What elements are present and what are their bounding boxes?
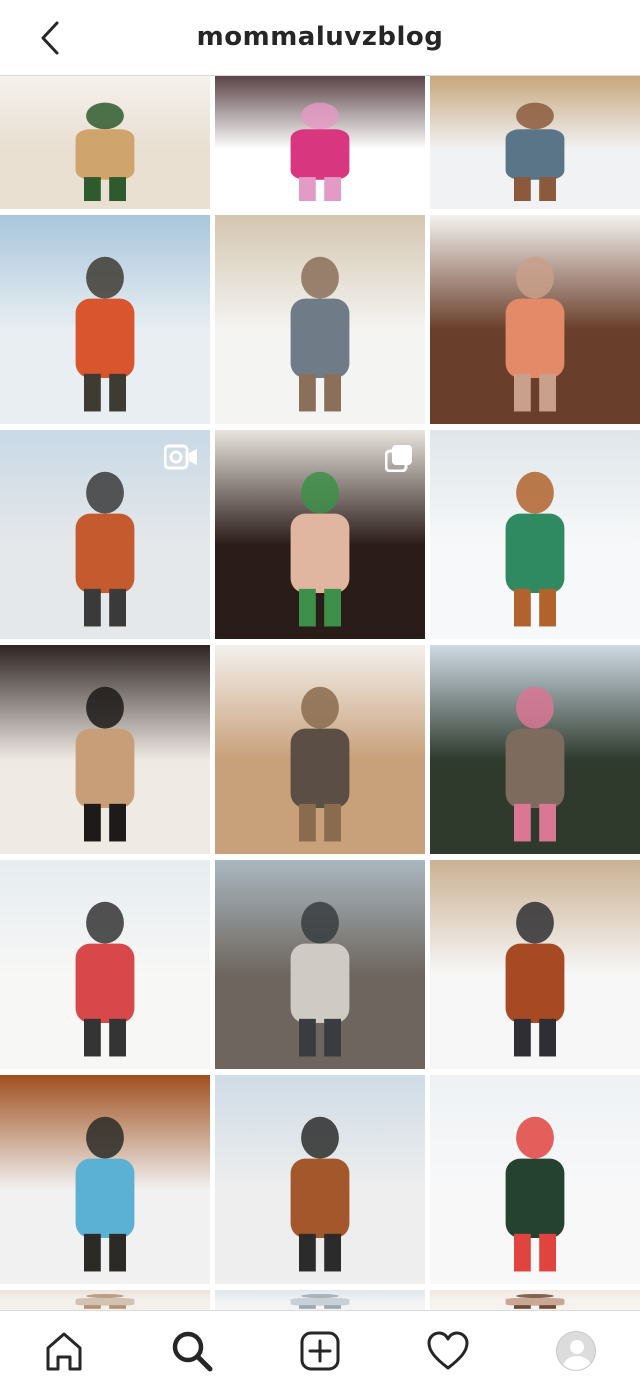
tab-search[interactable] <box>168 1327 216 1375</box>
search-icon <box>172 1331 213 1372</box>
avatar-icon <box>556 1331 596 1371</box>
post-thumbnail-woman-sitting-mountain-view[interactable] <box>0 430 210 639</box>
home-icon <box>46 1332 82 1371</box>
tab-profile[interactable] <box>552 1327 600 1375</box>
post-thumbnail-partial-row-1[interactable] <box>0 1290 210 1310</box>
post-thumbnail-indoor-pool-wood-ceiling[interactable] <box>0 1075 210 1284</box>
post-thumbnail-child-pink-jacket-shovel-snow[interactable] <box>215 76 425 209</box>
post-thumbnail-woman-home-decor-wall[interactable] <box>215 645 425 854</box>
post-thumbnail-white-room-mirror-plants[interactable] <box>0 76 210 209</box>
post-thumbnail-mom-daughters-winter-field[interactable] <box>215 215 425 424</box>
post-thumbnail-woman-selfie-orange-sweater[interactable] <box>430 215 640 424</box>
post-thumbnail-dad-lifting-child-mountains[interactable] <box>0 215 210 424</box>
add-post-icon <box>300 1331 340 1371</box>
post-thumbnail-partial-row-3[interactable] <box>430 1290 640 1310</box>
post-thumbnail-family-four-balcony-mountains[interactable] <box>430 645 640 854</box>
tab-new-post[interactable] <box>296 1327 344 1375</box>
post-thumbnail-kids-running-snowy-mountains[interactable] <box>0 860 210 1069</box>
carousel-icon <box>384 444 413 477</box>
post-thumbnail-woman-sitting-snow-reeds[interactable] <box>430 860 640 1069</box>
post-thumbnail-woman-on-green-bridge-snow[interactable] <box>430 430 640 639</box>
tab-home[interactable] <box>40 1327 88 1375</box>
post-thumbnail-partial-row-2[interactable] <box>215 1290 425 1310</box>
post-thumbnail-woman-applying-serum[interactable] <box>215 430 425 639</box>
post-thumbnail-woman-restaurant-booth[interactable] <box>0 645 210 854</box>
post-thumbnail-woman-on-log-mountains[interactable] <box>215 1075 425 1284</box>
page-title: mommaluvzblog <box>196 22 444 52</box>
tab-activity[interactable] <box>424 1327 472 1375</box>
bottom-tab-bar <box>0 1310 640 1386</box>
app-screen: mommaluvzblog <box>0 0 640 1386</box>
post-thumbnail-family-sledding-forest[interactable] <box>430 1075 640 1284</box>
heart-icon <box>427 1331 469 1370</box>
video-icon <box>163 444 198 475</box>
post-thumbnail-woman-legs-jeans-snow[interactable] <box>430 76 640 209</box>
photo-grid <box>0 76 640 1310</box>
header-bar: mommaluvzblog <box>0 0 640 76</box>
post-thumbnail-mom-daughters-leopard-print[interactable] <box>215 860 425 1069</box>
